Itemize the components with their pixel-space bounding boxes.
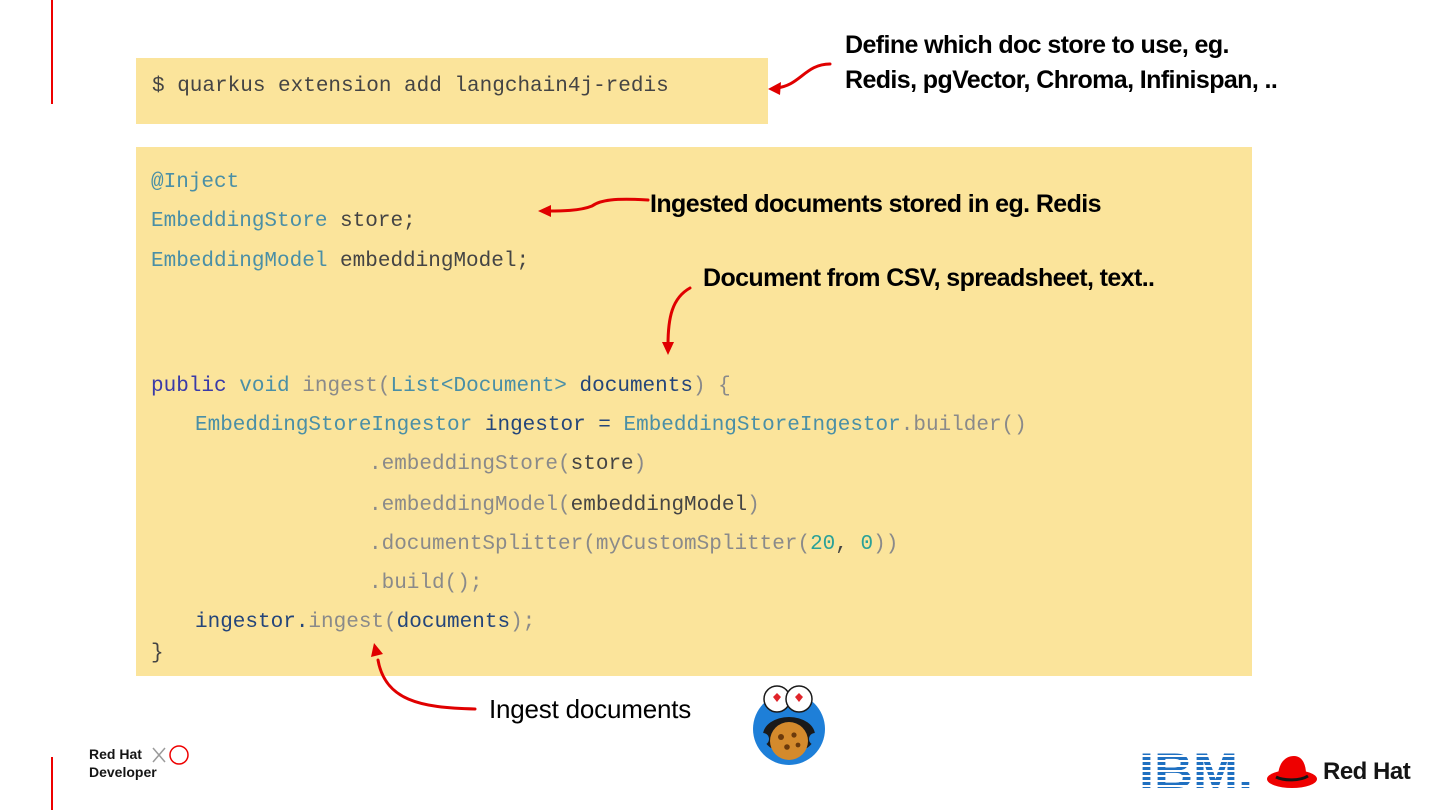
arrowhead-doc-store: [768, 82, 781, 95]
arrowhead-ingest: [371, 643, 383, 657]
red-hat-logo: Red Hat: [1266, 750, 1426, 794]
red-hat-fedora-icon: [1267, 756, 1317, 788]
arrow-document: [666, 286, 692, 347]
cookie-monster-mascot-icon: [753, 685, 825, 765]
red-hat-logo-text: Red Hat: [1323, 758, 1411, 785]
arrowhead-document: [662, 342, 674, 355]
annotation-arrows: [371, 62, 832, 711]
arrow-ingest: [376, 658, 477, 711]
developer-logo-line1: Red Hat: [89, 746, 142, 762]
ibm-logo-text: IBM.: [1139, 747, 1253, 793]
red-hat-developer-logo: Red Hat Developer: [89, 744, 199, 786]
arrowhead-stored: [538, 205, 551, 217]
developer-logo-mark-icon: [152, 745, 189, 765]
developer-logo-line2: Developer: [89, 764, 157, 780]
arrow-doc-store: [774, 62, 832, 90]
ibm-logo: IBM.: [1139, 747, 1253, 793]
arrow-stored: [546, 197, 650, 213]
